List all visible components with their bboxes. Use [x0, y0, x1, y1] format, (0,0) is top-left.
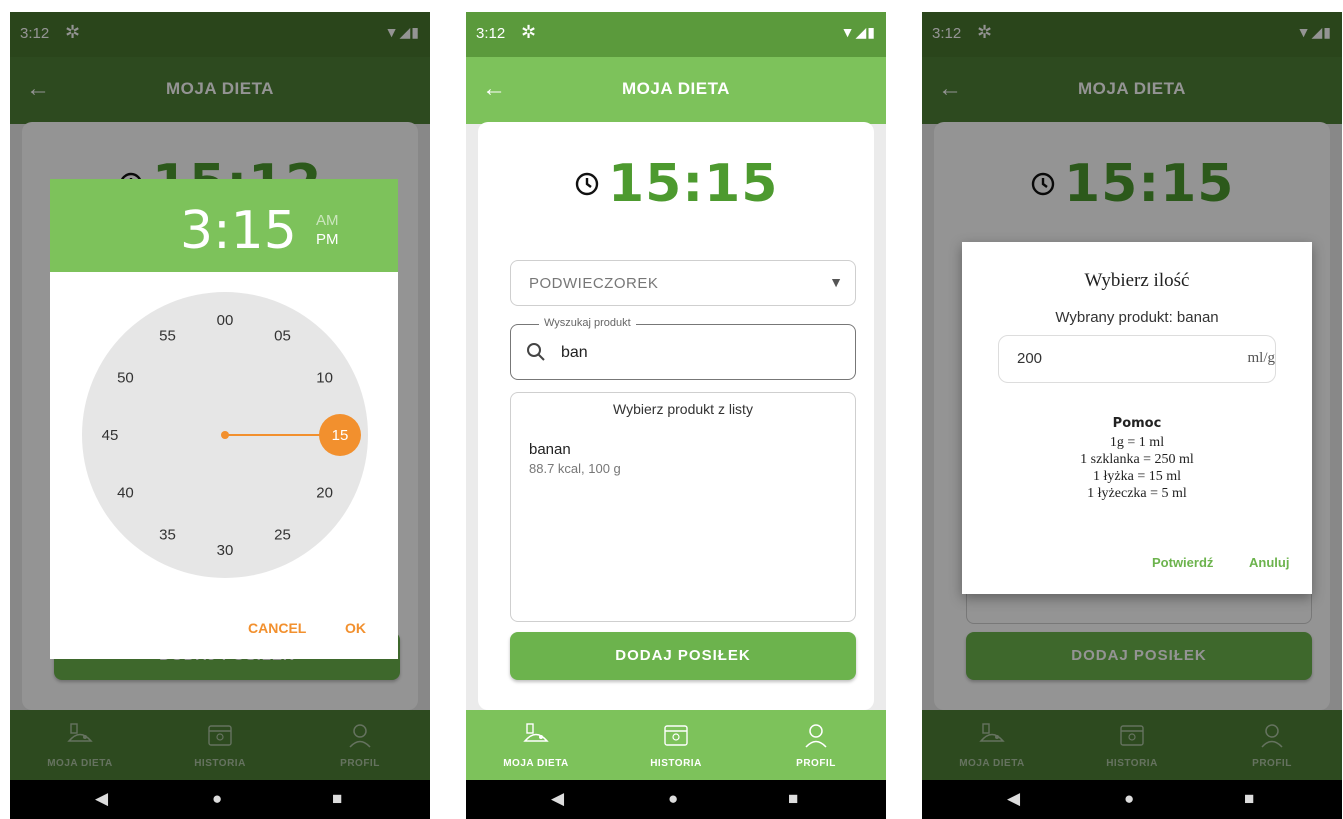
product-search-field[interactable]: Wyszukaj produkt ban: [510, 317, 856, 380]
page-title: MOJA DIETA: [622, 79, 730, 98]
help-line: 1g = 1 ml: [1109, 435, 1165, 450]
quantity-dialog: Wybierz ilość Wybrany produkt: banan 200…: [962, 242, 1312, 594]
system-nav-bar: ◀ ● ■: [922, 780, 1342, 819]
search-legend: Wyszukaj produkt: [539, 317, 636, 329]
back-triangle-icon[interactable]: ◀: [95, 789, 108, 809]
am-pm-toggle: AM PM: [316, 211, 339, 249]
quantity-input[interactable]: 200 ml/g: [998, 335, 1276, 383]
meal-type-value: PODWIECZOREK: [529, 275, 659, 292]
nav-label: HISTORIA: [650, 758, 702, 769]
clock-row: 15:15: [478, 154, 874, 214]
dial-minute-50[interactable]: 50: [117, 370, 134, 387]
dial-minute-35[interactable]: 35: [159, 527, 176, 544]
nav-label: PROFIL: [796, 758, 836, 769]
help-line: 1 szklanka = 250 ml: [1080, 452, 1194, 467]
settings-gear-icon: ✲: [521, 22, 537, 42]
back-triangle-icon[interactable]: ◀: [1007, 789, 1020, 809]
meal-time[interactable]: 15:15: [608, 154, 779, 214]
diet-icon: [523, 723, 549, 742]
dial-minute-20[interactable]: 20: [316, 485, 333, 502]
dial-minute-00[interactable]: 00: [217, 312, 234, 329]
cancel-button[interactable]: CANCEL: [248, 620, 306, 636]
dial-minute-40[interactable]: 40: [117, 485, 134, 502]
meal-type-select[interactable]: PODWIECZOREK ▼: [510, 260, 856, 306]
add-meal-button[interactable]: DODAJ POSIŁEK: [510, 632, 856, 680]
home-circle-icon[interactable]: ●: [212, 789, 222, 809]
nav-item-profil[interactable]: PROFIL: [746, 710, 886, 780]
dial-minute-15[interactable]: 15: [332, 427, 349, 444]
dial-center: [221, 431, 229, 439]
dial-minute-25[interactable]: 25: [274, 527, 291, 544]
list-item[interactable]: banan 88.7 kcal, 100 g: [529, 441, 829, 483]
pm-option[interactable]: PM: [316, 230, 339, 249]
phone-screen-add-meal: 3:12 ✲ ▼◢▮ ← MOJA DIETA 15:15 PODWIECZOR…: [466, 12, 886, 819]
help-line: 1 łyżka = 15 ml: [1093, 469, 1181, 484]
am-option[interactable]: AM: [316, 211, 339, 230]
home-circle-icon[interactable]: ●: [1124, 789, 1134, 809]
quantity-dialog-title: Wybierz ilość: [1084, 270, 1190, 291]
recents-square-icon[interactable]: ■: [788, 789, 798, 809]
picker-time: 3:15: [180, 201, 297, 261]
dial-minute-45[interactable]: 45: [102, 427, 119, 444]
selected-product-label: Wybrany produkt: banan: [1055, 309, 1219, 326]
status-bar: 3:12 ✲ ▼◢▮: [466, 12, 886, 57]
product-name: banan: [529, 441, 571, 458]
nav-label: MOJA DIETA: [503, 758, 569, 769]
recents-square-icon[interactable]: ■: [1244, 789, 1254, 809]
product-list-header: Wybierz produkt z listy: [613, 401, 753, 417]
home-circle-icon[interactable]: ●: [668, 789, 678, 809]
system-nav-bar: ◀ ● ■: [10, 780, 430, 819]
dial-minute-30[interactable]: 30: [217, 542, 234, 559]
minute-dial[interactable]: 00 05 10 15 20 25 30 35 40 45 50 55: [82, 292, 368, 578]
dial-minute-10[interactable]: 10: [316, 370, 333, 387]
search-input[interactable]: ban: [561, 344, 588, 362]
time-picker-header: 3:15 AM PM: [50, 179, 398, 272]
phone-screen-time-picker: 3:12 ✲ ▼◢▮ ← MOJA DIETA 15:12 DODAJ POSI…: [10, 12, 430, 819]
status-time: 3:12: [476, 25, 506, 42]
dial-minute-05[interactable]: 05: [274, 327, 291, 344]
time-picker-dialog: 3:15 AM PM 00 05 10 15 20 25 30 35 40 45 50 55 CANC…: [50, 179, 398, 659]
calendar-icon: [664, 725, 688, 746]
profile-icon: [805, 724, 827, 748]
nav-item-historia[interactable]: HISTORIA: [606, 710, 746, 780]
signal-battery-icon: ▼◢▮: [840, 24, 876, 40]
system-nav-bar: ◀ ● ■: [466, 780, 886, 819]
phone-screen-quantity: 3:12 ✲ ▼◢▮ ← MOJA DIETA 15:15 DODAJ POSI…: [922, 12, 1342, 819]
quantity-unit: ml/g: [1247, 350, 1275, 366]
dial-minute-55[interactable]: 55: [159, 327, 176, 344]
quantity-value[interactable]: 200: [1017, 350, 1042, 367]
help-line: 1 łyżeczka = 5 ml: [1087, 486, 1187, 501]
recents-square-icon[interactable]: ■: [332, 789, 342, 809]
nav-item-moja-dieta[interactable]: MOJA DIETA: [466, 710, 606, 780]
ok-button[interactable]: OK: [345, 620, 366, 636]
search-icon: [527, 343, 545, 361]
back-triangle-icon[interactable]: ◀: [551, 789, 564, 809]
bottom-nav: MOJA DIETA HISTORIA PROFIL: [466, 710, 886, 780]
app-bar: ← MOJA DIETA: [466, 57, 886, 124]
clock-icon: [575, 172, 598, 196]
cancel-button[interactable]: Anuluj: [1249, 555, 1289, 570]
product-info: 88.7 kcal, 100 g: [529, 461, 621, 476]
product-list: Wybierz produkt z listy banan 88.7 kcal,…: [510, 392, 856, 622]
help-title: Pomoc: [1112, 416, 1162, 431]
caret-down-icon: ▼: [829, 274, 843, 290]
help-section: Pomoc 1g = 1 ml 1 szklanka = 250 ml 1 ły…: [962, 415, 1312, 502]
meal-card: 15:15 PODWIECZOREK ▼ Wyszukaj produkt ba…: [478, 122, 874, 710]
confirm-button[interactable]: Potwierdź: [1152, 555, 1213, 570]
